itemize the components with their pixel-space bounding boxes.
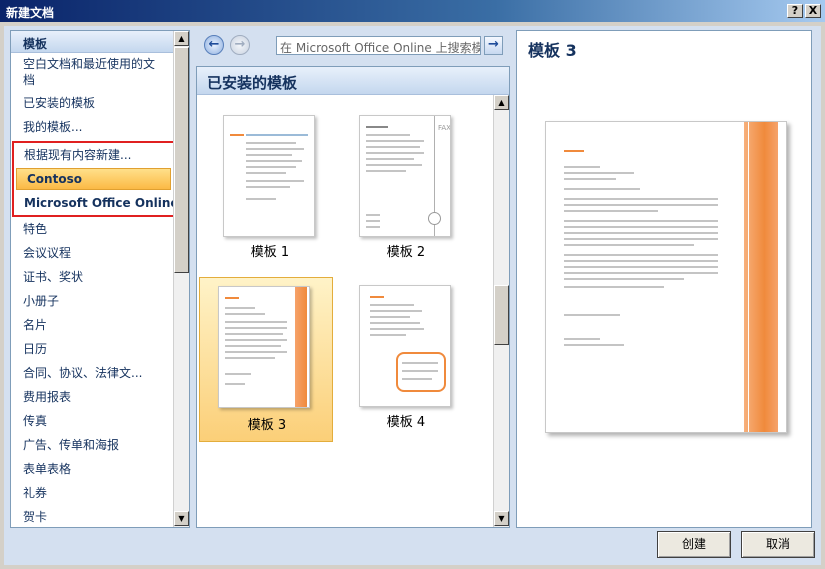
search-input[interactable]: 在 Microsoft Office Online 上搜索模板 [276,36,481,55]
help-button[interactable]: ? [787,4,803,18]
category-expense-reports[interactable]: 费用报表 [11,385,189,409]
category-agendas[interactable]: 会议议程 [11,241,189,265]
category-forms[interactable]: 表单表格 [11,457,189,481]
category-flyers[interactable]: 广告、传单和海报 [11,433,189,457]
category-faxes[interactable]: 传真 [11,409,189,433]
template-preview-image [545,121,787,433]
template-categories-panel: 模板 空白文档和最近使用的文档 已安装的模板 我的模板... 根据现有内容新建.… [10,30,190,528]
template-thumbnail [359,285,451,407]
template-tile-3[interactable]: 模板 3 [199,277,333,442]
category-certificates[interactable]: 证书、奖状 [11,265,189,289]
navigation-bar: ← → 在 Microsoft Office Online 上搜索模板 → [196,30,510,60]
category-calendars[interactable]: 日历 [11,337,189,361]
scroll-down-icon[interactable]: ▼ [494,511,509,526]
left-arrow-icon: ← [208,37,220,52]
category-featured[interactable]: 特色 [11,217,189,241]
search-go-button[interactable]: → [484,36,503,55]
template-thumbnail [218,286,310,408]
forward-button[interactable]: → [230,35,250,55]
go-arrow-icon: → [488,37,499,52]
category-business-cards[interactable]: 名片 [11,313,189,337]
category-contoso[interactable]: Contoso [16,168,171,190]
category-gift-certificates[interactable]: 礼券 [11,481,189,505]
category-my-templates[interactable]: 我的模板... [11,115,189,139]
categories-scrollbar[interactable]: ▲ ▼ [173,31,189,527]
template-tile-2[interactable]: FAX 模板 2 [339,107,473,272]
preview-title: 模板 3 [528,41,577,60]
scroll-down-icon[interactable]: ▼ [174,511,189,526]
preview-panel: 模板 3 [516,30,812,528]
categories-header: 模板 [11,31,189,53]
templates-header: 已安装的模板 [197,67,509,95]
scroll-thumb[interactable] [174,47,189,273]
category-office-online[interactable]: Microsoft Office Online [14,191,179,215]
category-installed-templates[interactable]: 已安装的模板 [11,91,189,115]
scroll-thumb[interactable] [494,285,509,345]
template-name: 模板 1 [250,245,290,260]
template-thumbnail: FAX [359,115,451,237]
template-tile-1[interactable]: 模板 1 [203,107,337,272]
category-blank-recent[interactable]: 空白文档和最近使用的文档 [11,53,161,91]
template-name: 模板 4 [386,415,426,430]
highlighted-category-group: 根据现有内容新建... Contoso Microsoft Office Onl… [12,141,179,217]
templates-panel: 已安装的模板 模板 1 FAX 模板 2 模板 3 模板 4 [196,66,510,528]
category-greeting-cards[interactable]: 贺卡 [11,505,189,527]
category-new-from-existing[interactable]: 根据现有内容新建... [14,143,173,167]
scroll-up-icon[interactable]: ▲ [494,95,509,110]
template-thumbnail [223,115,315,237]
templates-scrollbar[interactable]: ▲ ▼ [493,95,509,527]
close-button[interactable]: X [805,4,821,18]
template-tile-4[interactable]: 模板 4 [339,277,473,442]
cancel-button[interactable]: 取消 [741,531,815,558]
category-brochures[interactable]: 小册子 [11,289,189,313]
create-button[interactable]: 创建 [657,531,731,558]
right-arrow-icon: → [234,37,246,52]
template-name: 模板 2 [386,245,426,260]
category-contracts[interactable]: 合同、协议、法律文... [11,361,189,385]
title-bar: 新建文档 ? X [0,0,825,22]
template-name: 模板 3 [247,418,287,433]
scroll-up-icon[interactable]: ▲ [174,31,189,46]
window-title: 新建文档 [6,6,55,20]
back-button[interactable]: ← [204,35,224,55]
